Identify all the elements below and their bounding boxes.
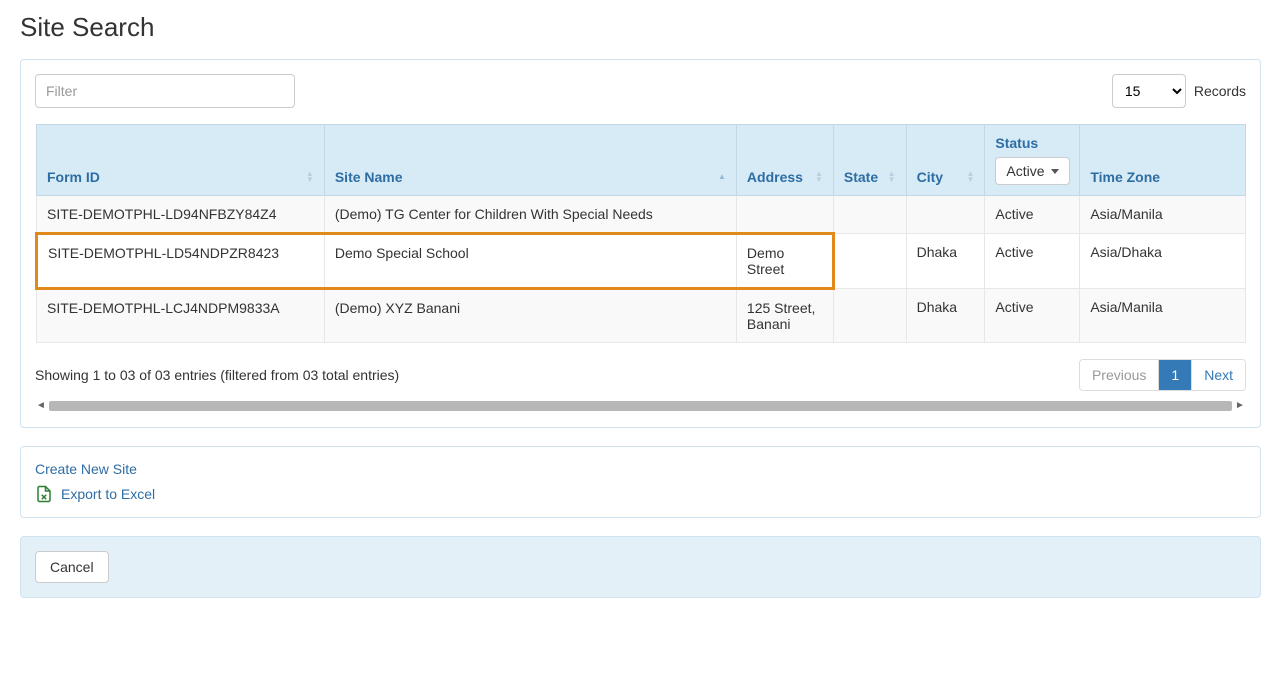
excel-icon (35, 485, 53, 503)
cell-form-id: SITE-DEMOTPHL-LD54NDPZR8423 (37, 234, 325, 289)
scroll-left-icon: ◄ (35, 400, 47, 412)
horizontal-scrollbar[interactable]: ◄ ► (35, 399, 1246, 413)
sort-icon: ▲▼ (966, 171, 974, 183)
records-select[interactable]: 15 (1112, 74, 1186, 108)
col-header-label: Status (995, 135, 1038, 151)
below-table-row: Showing 1 to 03 of 03 entries (filtered … (35, 359, 1246, 391)
pager: Previous 1 Next (1079, 359, 1246, 391)
table-row[interactable]: SITE-DEMOTPHL-LCJ4NDPM9833A(Demo) XYZ Ba… (37, 289, 1246, 343)
page-title: Site Search (20, 12, 1261, 43)
scroll-right-icon: ► (1234, 400, 1246, 412)
chevron-down-icon (1051, 169, 1059, 174)
cell-address (736, 196, 833, 234)
cell-form-id: SITE-DEMOTPHL-LCJ4NDPM9833A (37, 289, 325, 343)
col-header-label: Time Zone (1090, 169, 1160, 185)
col-header-city[interactable]: City ▲▼ (906, 125, 985, 196)
entries-info: Showing 1 to 03 of 03 entries (filtered … (35, 367, 399, 383)
scroll-track (49, 401, 1232, 411)
table-row[interactable]: SITE-DEMOTPHL-LD54NDPZR8423Demo Special … (37, 234, 1246, 289)
col-header-form-id[interactable]: Form ID ▲▼ (37, 125, 325, 196)
cell-status: Active (985, 234, 1080, 289)
actions-panel: Create New Site Export to Excel (20, 446, 1261, 518)
cell-time-zone: Asia/Manila (1080, 289, 1246, 343)
cell-city: Dhaka (906, 289, 985, 343)
cell-site-name: (Demo) XYZ Banani (324, 289, 736, 343)
table-header-row: Form ID ▲▼ Site Name ▲ Address ▲▼ (37, 125, 1246, 196)
search-panel: 15 Records Form ID ▲▼ Site Name (20, 59, 1261, 428)
sort-icon: ▲▼ (888, 171, 896, 183)
col-header-address[interactable]: Address ▲▼ (736, 125, 833, 196)
cell-state (833, 234, 906, 289)
cell-form-id: SITE-DEMOTPHL-LD94NFBZY84Z4 (37, 196, 325, 234)
col-header-time-zone[interactable]: Time Zone (1080, 125, 1246, 196)
cell-time-zone: Asia/Dhaka (1080, 234, 1246, 289)
status-filter-dropdown[interactable]: Active (995, 157, 1069, 185)
cell-status: Active (985, 196, 1080, 234)
cell-city: Dhaka (906, 234, 985, 289)
pager-previous[interactable]: Previous (1080, 360, 1158, 390)
cell-site-name: Demo Special School (324, 234, 736, 289)
sort-icon: ▲▼ (306, 171, 314, 183)
records-group: 15 Records (1112, 74, 1246, 108)
col-header-state[interactable]: State ▲▼ (833, 125, 906, 196)
sort-icon: ▲▼ (815, 171, 823, 183)
table-row[interactable]: SITE-DEMOTPHL-LD94NFBZY84Z4(Demo) TG Cen… (37, 196, 1246, 234)
cell-state (833, 196, 906, 234)
cell-state (833, 289, 906, 343)
pager-page-current[interactable]: 1 (1158, 360, 1191, 390)
status-filter-value: Active (1006, 163, 1044, 179)
records-label: Records (1194, 83, 1246, 99)
filter-input[interactable] (35, 74, 295, 108)
results-table: Form ID ▲▼ Site Name ▲ Address ▲▼ (35, 124, 1246, 343)
pager-next[interactable]: Next (1191, 360, 1245, 390)
col-header-label: State (844, 169, 878, 185)
sort-asc-icon: ▲ (718, 174, 726, 180)
col-header-label: Site Name (335, 169, 403, 185)
cell-address: 125 Street, Banani (736, 289, 833, 343)
col-header-label: City (917, 169, 943, 185)
col-header-status[interactable]: Status Active (985, 125, 1080, 196)
cell-site-name: (Demo) TG Center for Children With Speci… (324, 196, 736, 234)
col-header-site-name[interactable]: Site Name ▲ (324, 125, 736, 196)
cell-time-zone: Asia/Manila (1080, 196, 1246, 234)
cancel-button[interactable]: Cancel (35, 551, 109, 583)
cell-city (906, 196, 985, 234)
cell-status: Active (985, 289, 1080, 343)
toolbar-row: 15 Records (35, 74, 1246, 108)
col-header-label: Form ID (47, 169, 100, 185)
footer-panel: Cancel (20, 536, 1261, 598)
cell-address: Demo Street (736, 234, 833, 289)
create-new-site-link[interactable]: Create New Site (35, 461, 137, 477)
export-to-excel-link[interactable]: Export to Excel (61, 486, 155, 502)
col-header-label: Address (747, 169, 803, 185)
